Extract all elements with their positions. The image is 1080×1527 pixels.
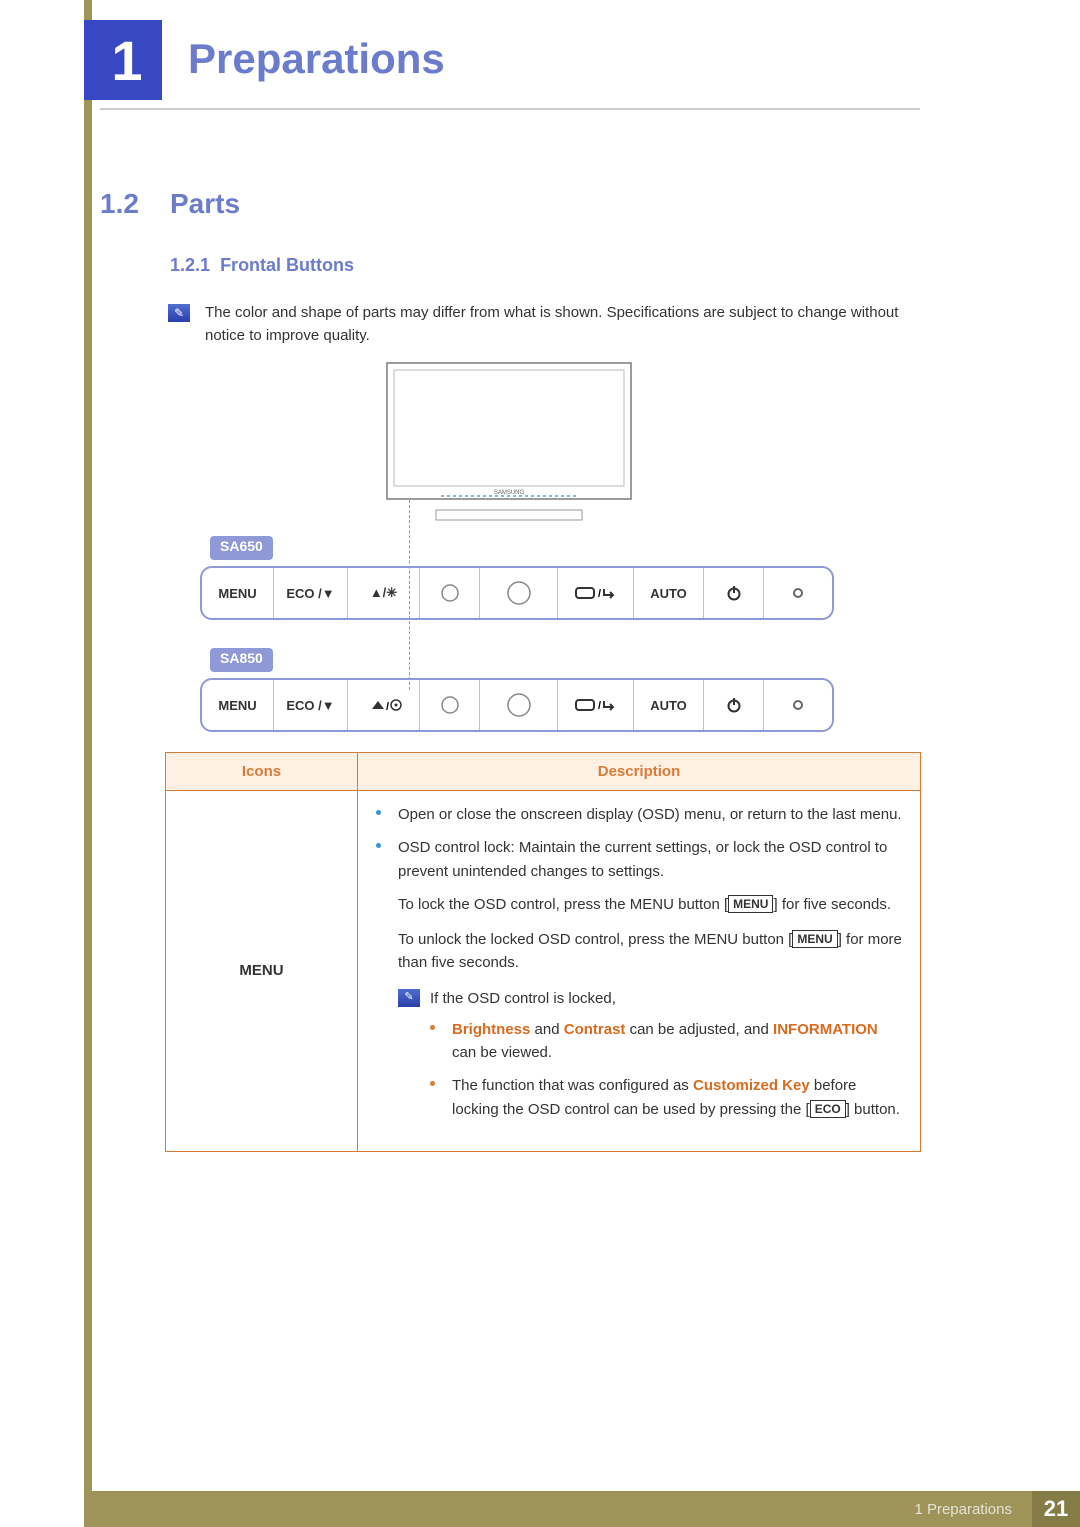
- note-icon: ✎: [398, 989, 420, 1007]
- svg-text:/: /: [598, 700, 601, 712]
- row-icon-menu: MENU: [166, 791, 358, 1152]
- subsection-heading: 1.2.1 Frontal Buttons: [170, 255, 354, 276]
- desc-para-unlock: To unlock the locked OSD control, press …: [398, 928, 902, 975]
- desc-bullet-1: Open or close the onscreen display (OSD)…: [376, 803, 902, 826]
- btn-menu: MENU: [202, 680, 274, 730]
- svg-text:/: /: [386, 701, 389, 713]
- left-stripe-accent: [84, 20, 92, 100]
- menu-button-label: MENU: [792, 930, 837, 948]
- subsection-title: Frontal Buttons: [220, 255, 354, 275]
- desc-para-lock: To lock the OSD control, press the MENU …: [398, 893, 902, 916]
- btn-power: [704, 568, 764, 618]
- panel-label-sa850: SA850: [210, 648, 273, 672]
- icons-description-table: Icons Description MENU Open or close the…: [165, 752, 921, 1152]
- button-panel-sa650: MENU ECO /▼ ▲/✳ / AUTO: [200, 566, 834, 620]
- monitor-illustration: SAMSUNG: [386, 362, 632, 528]
- note-lead: If the OSD control is locked,: [430, 987, 902, 1010]
- button-panel-sa850: MENU ECO /▼ / / AUTO: [200, 678, 834, 732]
- left-stripe: [84, 0, 92, 1527]
- btn-auto: AUTO: [634, 680, 704, 730]
- chapter-title: Preparations: [188, 35, 445, 83]
- btn-source-enter: /: [558, 680, 634, 730]
- btn-eco-down: ECO /▼: [274, 680, 348, 730]
- page-footer: 1 Preparations 21: [84, 1491, 1080, 1527]
- note-bullet-2: The function that was configured as Cust…: [430, 1074, 902, 1121]
- btn-up-sensor: /: [348, 680, 420, 730]
- led-indicator: [764, 680, 832, 730]
- btn-auto: AUTO: [634, 568, 704, 618]
- svg-text:SAMSUNG: SAMSUNG: [494, 490, 525, 496]
- footer-text: 1 Preparations: [914, 1501, 1012, 1518]
- note-text: The color and shape of parts may differ …: [205, 302, 905, 347]
- btn-blank-2: [480, 680, 558, 730]
- btn-menu: MENU: [202, 568, 274, 618]
- btn-blank-1: [420, 680, 480, 730]
- section-number: 1.2: [100, 188, 139, 220]
- btn-up-brightness: ▲/✳: [348, 568, 420, 618]
- btn-power: [704, 680, 764, 730]
- note-icon: ✎: [168, 304, 190, 322]
- eco-button-label: ECO: [810, 1100, 846, 1118]
- svg-text:/: /: [598, 588, 601, 600]
- footer-page-number: 21: [1032, 1491, 1080, 1527]
- btn-source-enter: /: [558, 568, 634, 618]
- btn-blank-1: [420, 568, 480, 618]
- th-icons: Icons: [166, 753, 358, 791]
- section-title: Parts: [170, 188, 240, 220]
- row-desc-menu: Open or close the onscreen display (OSD)…: [358, 791, 921, 1152]
- desc-bullet-2: OSD control lock: Maintain the current s…: [376, 836, 902, 883]
- led-indicator: [764, 568, 832, 618]
- th-description: Description: [358, 753, 921, 791]
- btn-blank-2: [480, 568, 558, 618]
- note-bullet-1: Brightness and Contrast can be adjusted,…: [430, 1018, 902, 1065]
- menu-button-label: MENU: [728, 895, 773, 913]
- chapter-number-box: 1: [92, 20, 162, 100]
- subsection-number: 1.2.1: [170, 255, 210, 275]
- panel-label-sa650: SA650: [210, 536, 273, 560]
- header-rule: [100, 108, 920, 110]
- btn-eco-down: ECO /▼: [274, 568, 348, 618]
